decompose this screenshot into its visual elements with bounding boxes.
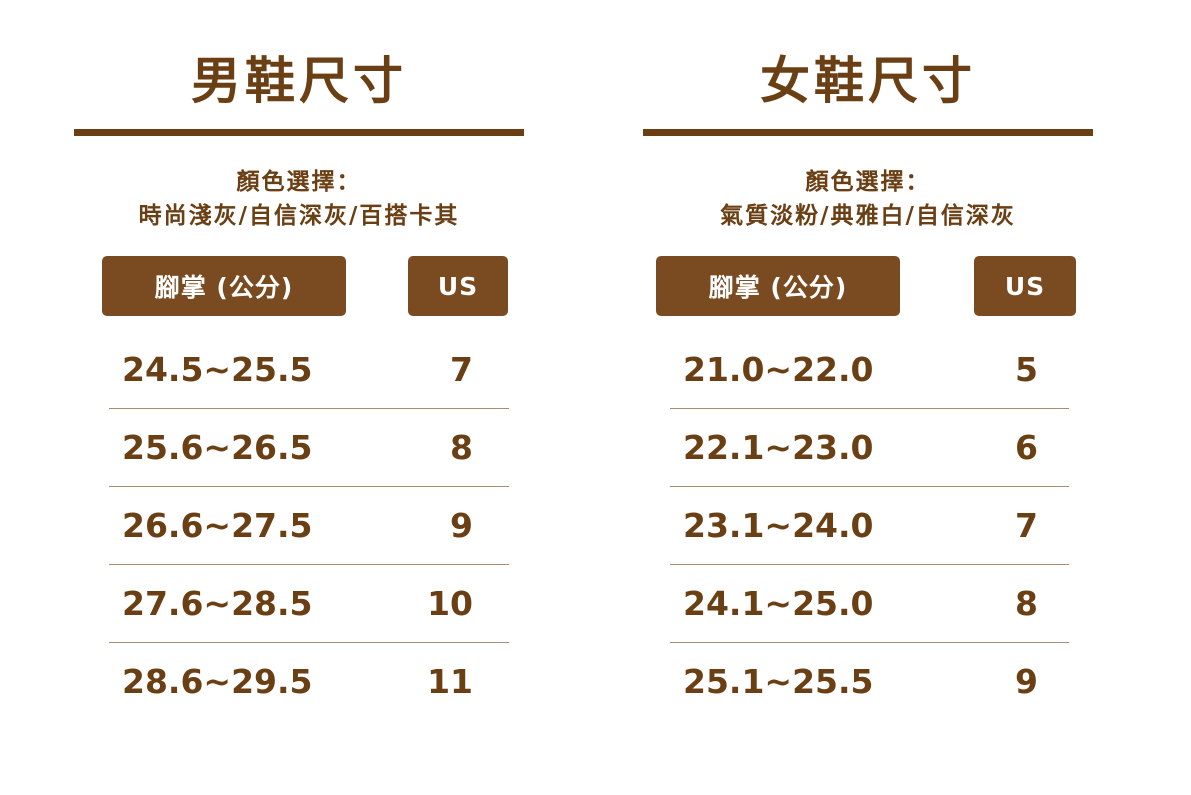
table-row: 24.5~25.5 7 <box>109 331 509 409</box>
foot-length-cell: 24.5~25.5 <box>122 350 313 389</box>
women-size-table: 21.0~22.0 5 22.1~23.0 6 23.1~24.0 7 24.1… <box>670 331 1069 721</box>
foot-length-cell: 25.6~26.5 <box>122 428 313 467</box>
foot-length-cell: 27.6~28.5 <box>122 584 313 623</box>
foot-length-cell: 25.1~25.5 <box>683 662 874 701</box>
men-color-label: 顏色選擇： <box>236 169 362 195</box>
women-color-options: 氣質淡粉/典雅白/自信深灰 <box>720 203 1016 229</box>
foot-length-cell: 26.6~27.5 <box>122 506 313 545</box>
women-size-panel: 女鞋尺寸 顏色選擇： 氣質淡粉/典雅白/自信深灰 腳掌 (公分) US 21.0… <box>643 0 1093 795</box>
women-title-divider <box>643 129 1093 136</box>
us-size-cell: 6 <box>1015 428 1038 467</box>
table-row: 21.0~22.0 5 <box>670 331 1069 409</box>
men-us-size-header: US <box>408 256 508 316</box>
foot-length-cell: 23.1~24.0 <box>683 506 874 545</box>
foot-length-cell: 24.1~25.0 <box>683 584 874 623</box>
us-size-cell: 7 <box>450 350 473 389</box>
women-size-title: 女鞋尺寸 <box>760 52 976 110</box>
us-size-cell: 9 <box>450 506 473 545</box>
men-size-panel: 男鞋尺寸 顏色選擇： 時尚淺灰/自信深灰/百搭卡其 腳掌 (公分) US 24.… <box>74 0 524 795</box>
table-row: 25.6~26.5 8 <box>109 409 509 487</box>
women-us-size-header: US <box>974 256 1076 316</box>
table-row: 27.6~28.5 10 <box>109 565 509 643</box>
women-foot-length-header: 腳掌 (公分) <box>656 256 900 316</box>
foot-length-cell: 21.0~22.0 <box>683 350 874 389</box>
men-title-divider <box>74 129 524 136</box>
us-size-cell: 5 <box>1015 350 1038 389</box>
us-size-cell: 10 <box>427 584 473 623</box>
us-size-cell: 8 <box>450 428 473 467</box>
us-size-cell: 8 <box>1015 584 1038 623</box>
foot-length-cell: 28.6~29.5 <box>122 662 313 701</box>
us-size-cell: 7 <box>1015 506 1038 545</box>
women-color-label: 顏色選擇： <box>805 169 931 195</box>
men-color-options: 時尚淺灰/自信深灰/百搭卡其 <box>138 203 460 229</box>
table-row: 22.1~23.0 6 <box>670 409 1069 487</box>
table-row: 23.1~24.0 7 <box>670 487 1069 565</box>
table-row: 28.6~29.5 11 <box>109 643 509 721</box>
men-foot-length-header: 腳掌 (公分) <box>102 256 346 316</box>
us-size-cell: 9 <box>1015 662 1038 701</box>
table-row: 24.1~25.0 8 <box>670 565 1069 643</box>
men-size-title: 男鞋尺寸 <box>191 52 407 110</box>
table-row: 26.6~27.5 9 <box>109 487 509 565</box>
us-size-cell: 11 <box>427 662 473 701</box>
men-size-table: 24.5~25.5 7 25.6~26.5 8 26.6~27.5 9 27.6… <box>109 331 509 721</box>
foot-length-cell: 22.1~23.0 <box>683 428 874 467</box>
table-row: 25.1~25.5 9 <box>670 643 1069 721</box>
